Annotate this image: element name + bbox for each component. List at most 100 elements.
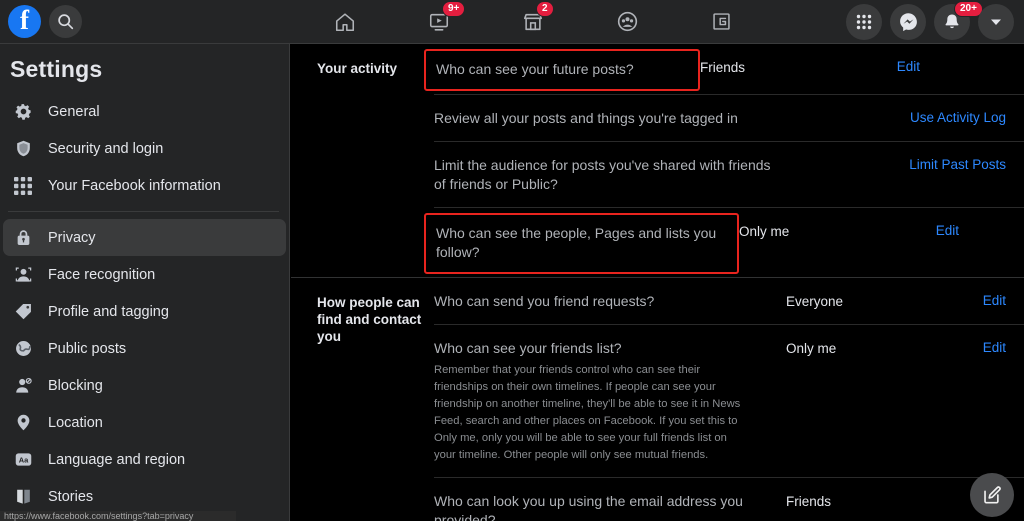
section-title: Your activity bbox=[317, 61, 398, 76]
setting-question-wrap: Review all your posts and things you're … bbox=[434, 109, 786, 128]
setting-description: Remember that your friends control who c… bbox=[434, 364, 741, 461]
groups-icon[interactable] bbox=[604, 2, 650, 42]
sidebar-item-label: Privacy bbox=[48, 229, 96, 246]
sidebar-item-label: Profile and tagging bbox=[48, 303, 169, 320]
use-activity-log-link[interactable]: Use Activity Log bbox=[910, 110, 1006, 125]
watch-badge: 9+ bbox=[442, 0, 466, 17]
setting-action: Limit Past Posts bbox=[904, 156, 1024, 174]
setting-row-review-posts: Review all your posts and things you're … bbox=[434, 95, 1024, 141]
setting-row-limit-audience: Limit the audience for posts you've shar… bbox=[434, 142, 1024, 207]
sidebar-item-blocking[interactable]: Blocking bbox=[3, 367, 286, 404]
setting-action: Edit bbox=[857, 222, 977, 240]
topbar-left-group: f bbox=[0, 5, 290, 38]
sidebar-item-privacy[interactable]: Privacy bbox=[3, 219, 286, 256]
setting-action: Use Activity Log bbox=[904, 109, 1024, 127]
sidebar-item-label: Face recognition bbox=[48, 266, 156, 283]
gear-icon bbox=[12, 101, 34, 123]
sidebar-item-label: Security and login bbox=[48, 140, 164, 157]
tag-icon bbox=[12, 301, 34, 323]
sidebar-item-label: Blocking bbox=[48, 377, 103, 394]
setting-row-friends-list: Who can see your friends list? Remember … bbox=[434, 325, 1024, 477]
section-how-people-can-find-you: How people can find and contact you Who … bbox=[291, 278, 1024, 521]
setting-question: Who can see the people, Pages and lists … bbox=[436, 225, 717, 260]
annotation-box-follow-list: Who can see the people, Pages and lists … bbox=[424, 213, 739, 274]
sidebar-item-public-posts[interactable]: Public posts bbox=[3, 330, 286, 367]
face-icon bbox=[12, 264, 34, 286]
limit-past-posts-link[interactable]: Limit Past Posts bbox=[909, 157, 1006, 172]
search-icon[interactable] bbox=[49, 5, 82, 38]
setting-question: Who can see your friends list? bbox=[434, 340, 622, 356]
setting-value: Friends bbox=[786, 494, 832, 509]
topbar-nav-group: 9+ 2 bbox=[298, 0, 768, 42]
top-navigation-bar: f 9+ 2 20+ bbox=[0, 0, 1024, 44]
language-aa-icon: Aa bbox=[12, 449, 34, 471]
setting-row-follow-list: Who can see the people, Pages and lists … bbox=[424, 208, 1024, 277]
setting-row-email-lookup: Who can look you up using the email addr… bbox=[434, 478, 1024, 521]
sidebar-item-label: Stories bbox=[48, 488, 94, 505]
sidebar-item-label: Language and region bbox=[48, 451, 186, 468]
topbar-right-group: 20+ bbox=[846, 0, 1024, 40]
sidebar-divider bbox=[8, 211, 279, 212]
privacy-settings-content: Your activity Who can see your future po… bbox=[291, 44, 1024, 521]
gaming-icon[interactable] bbox=[698, 2, 744, 42]
setting-row-friend-requests: Who can send you friend requests? Everyo… bbox=[434, 278, 1024, 324]
setting-question-wrap: Who can look you up using the email addr… bbox=[434, 492, 786, 521]
sidebar-item-security-and-login[interactable]: Security and login bbox=[3, 130, 286, 167]
section-your-activity: Your activity Who can see your future po… bbox=[291, 44, 1024, 277]
edit-link[interactable]: Edit bbox=[983, 293, 1006, 308]
edit-link[interactable]: Edit bbox=[897, 59, 920, 74]
setting-action: Edit bbox=[904, 292, 1024, 310]
section-title: How people can find and contact you bbox=[317, 295, 422, 344]
shield-icon bbox=[12, 138, 34, 160]
sidebar-item-label: Your Facebook information bbox=[48, 177, 221, 194]
sidebar-item-your-facebook-information[interactable]: Your Facebook information bbox=[3, 167, 286, 204]
home-icon[interactable] bbox=[322, 2, 368, 42]
setting-question-wrap: Who can see your friends list? Remember … bbox=[434, 339, 786, 464]
setting-value: Only me bbox=[739, 224, 790, 239]
setting-question: Who can look you up using the email addr… bbox=[434, 493, 743, 521]
setting-question: Who can see your future posts? bbox=[436, 61, 634, 77]
sidebar-item-language-and-region[interactable]: Aa Language and region bbox=[3, 441, 286, 478]
notifications-bell-icon[interactable]: 20+ bbox=[934, 0, 983, 40]
setting-question-wrap: Limit the audience for posts you've shar… bbox=[434, 156, 786, 194]
sidebar-item-stories[interactable]: Stories bbox=[3, 478, 286, 515]
settings-sidebar: Settings General Security and login Your… bbox=[0, 44, 290, 521]
setting-value: Friends bbox=[700, 60, 746, 75]
location-pin-icon bbox=[12, 412, 34, 434]
sidebar-item-location[interactable]: Location bbox=[3, 404, 286, 441]
sidebar-item-label: Location bbox=[48, 414, 103, 431]
section-rows: Who can send you friend requests? Everyo… bbox=[434, 278, 1024, 521]
grid-icon bbox=[12, 175, 34, 197]
setting-row-future-posts: Who can see your future posts? Friends E… bbox=[424, 44, 1024, 94]
marketplace-badge: 2 bbox=[536, 0, 554, 17]
svg-text:Aa: Aa bbox=[18, 456, 28, 465]
browser-status-bar: https://www.facebook.com/settings?tab=pr… bbox=[0, 511, 236, 521]
annotation-box-future-posts: Who can see your future posts? bbox=[424, 49, 700, 91]
grid-menu-icon[interactable] bbox=[846, 3, 882, 40]
edit-link[interactable]: Edit bbox=[983, 340, 1006, 355]
facebook-settings-page: f 9+ 2 20+ Settings General Security and… bbox=[0, 0, 1024, 521]
globe-icon bbox=[12, 338, 34, 360]
setting-question: Limit the audience for posts you've shar… bbox=[434, 157, 771, 192]
watch-icon[interactable]: 9+ bbox=[416, 0, 466, 42]
sidebar-item-general[interactable]: General bbox=[3, 93, 286, 130]
section-rows: Who can see your future posts? Friends E… bbox=[424, 44, 1024, 277]
edit-link[interactable]: Edit bbox=[936, 223, 959, 238]
setting-value: Everyone bbox=[786, 294, 844, 309]
sidebar-item-label: Public posts bbox=[48, 340, 127, 357]
setting-question: Review all your posts and things you're … bbox=[434, 110, 738, 126]
setting-value: Only me bbox=[786, 341, 837, 356]
book-icon bbox=[12, 486, 34, 508]
setting-question-wrap: Who can send you friend requests? bbox=[434, 292, 786, 311]
marketplace-icon[interactable]: 2 bbox=[510, 0, 556, 42]
facebook-logo[interactable]: f bbox=[8, 5, 41, 38]
sidebar-item-profile-and-tagging[interactable]: Profile and tagging bbox=[3, 293, 286, 330]
setting-question: Who can send you friend requests? bbox=[434, 293, 655, 309]
messenger-icon[interactable] bbox=[890, 3, 926, 40]
person-block-icon bbox=[12, 375, 34, 397]
compose-pencil-icon[interactable] bbox=[970, 473, 1014, 517]
lock-icon bbox=[12, 227, 34, 249]
account-chevron-icon[interactable] bbox=[978, 3, 1014, 40]
setting-action: Edit bbox=[818, 58, 938, 76]
sidebar-item-face-recognition[interactable]: Face recognition bbox=[3, 256, 286, 293]
